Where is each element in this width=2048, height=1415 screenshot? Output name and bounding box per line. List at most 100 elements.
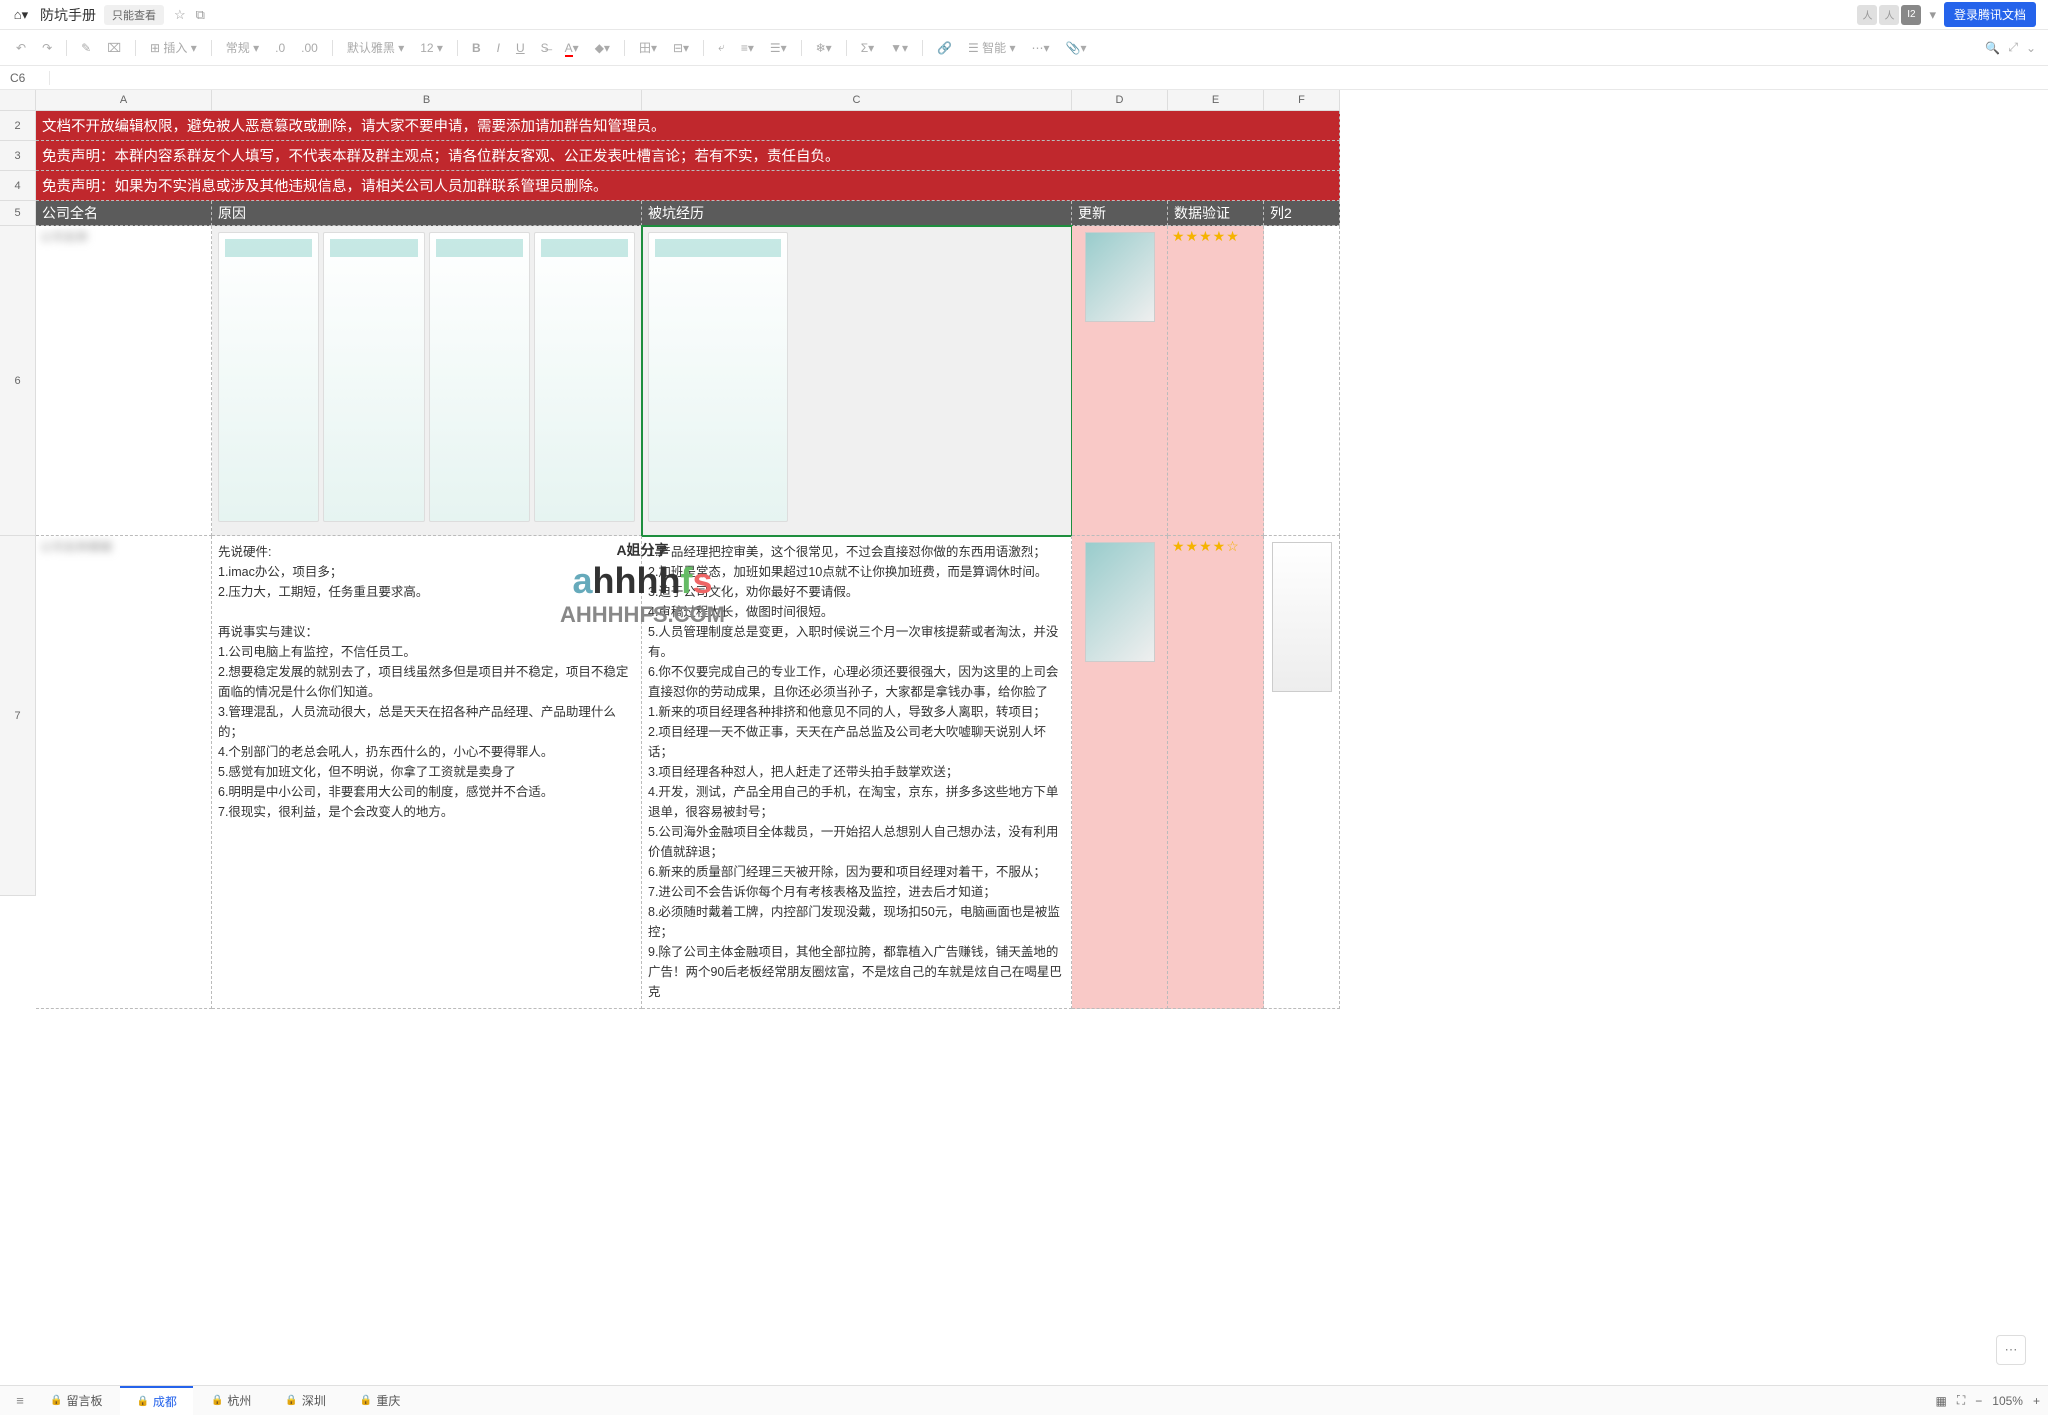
view-icon[interactable]: ▦ [1936, 1394, 1947, 1408]
col-header[interactable]: F [1264, 90, 1340, 111]
cell-reason-images[interactable] [212, 226, 642, 536]
chat-screenshot-icon [218, 232, 319, 522]
tab-chongqing[interactable]: 🔒重庆 [344, 1386, 416, 1415]
align-dropdown[interactable]: ≡▾ [737, 39, 758, 57]
cell-update-thumb[interactable] [1072, 226, 1168, 536]
col-header[interactable]: D [1072, 90, 1168, 111]
cell-rating[interactable]: ★★★★★ [1168, 226, 1264, 536]
photo-thumb-icon [1085, 232, 1155, 322]
wrap-icon[interactable]: ⤶ [714, 38, 729, 57]
tab-hangzhou[interactable]: 🔒杭州 [195, 1386, 267, 1415]
clear-format-icon[interactable]: ⌧ [103, 39, 125, 57]
col-header[interactable]: E [1168, 90, 1264, 111]
sheet-tabs: ≡ 🔒留言板 🔒成都 🔒杭州 🔒深圳 🔒重庆 ▦ ⛶ − 105% + [0, 1385, 2048, 1415]
avatar[interactable]: 人 [1857, 5, 1877, 25]
zoom-out-icon[interactable]: − [1975, 1394, 1982, 1408]
underline-icon[interactable]: U [512, 39, 529, 57]
star-icon[interactable]: ☆ [174, 7, 186, 23]
bold-icon[interactable]: B [468, 39, 485, 57]
row-header[interactable]: 7 [0, 536, 36, 896]
formula-bar: C6 [0, 66, 2048, 90]
row-header[interactable]: 2 [0, 111, 36, 141]
more-icon[interactable]: ⋯▾ [1027, 39, 1053, 57]
cell-experience-text[interactable]: 1.产品经理把控审美，这个很常见，不过会直接怼你做的东西用语激烈； 2.加班是常… [642, 536, 1072, 1009]
valign-dropdown[interactable]: ☰▾ [766, 39, 791, 57]
table-column-header[interactable]: 数据验证 [1168, 201, 1264, 226]
increase-decimal-icon[interactable]: .00 [297, 39, 322, 57]
table-column-header[interactable]: 列2 [1264, 201, 1340, 226]
col-header[interactable]: C [642, 90, 1072, 111]
table-column-header[interactable]: 公司全名 [36, 201, 212, 226]
tab-shenzhen[interactable]: 🔒深圳 [269, 1386, 341, 1415]
zoom-in-icon[interactable]: + [2033, 1394, 2040, 1408]
chat-screenshot-icon [429, 232, 530, 522]
cell-company-name[interactable]: 公司名称模糊 [36, 536, 212, 1009]
row-header[interactable]: 6 [0, 226, 36, 536]
more-fab[interactable]: ⋯ [1996, 1335, 2026, 1365]
insert-dropdown[interactable]: ⊞ 插入 ▾ [146, 37, 201, 58]
filter-icon[interactable]: ▼▾ [886, 39, 912, 57]
cell-company-name[interactable]: 公司名称 [36, 226, 212, 536]
smart-dropdown[interactable]: ☰ 智能 ▾ [964, 37, 1019, 58]
cell-update-thumb[interactable] [1072, 536, 1168, 1009]
warning-cell[interactable]: 免责声明：本群内容系群友个人填写，不代表本群及群主观点；请各位群友客观、公正发表… [36, 141, 1340, 171]
number-format-dropdown[interactable]: 常规 ▾ [222, 37, 263, 58]
col-header[interactable]: A [36, 90, 212, 111]
doc-title: 防坑手册 [40, 5, 96, 25]
chat-screenshot-icon [534, 232, 635, 522]
cell-reference[interactable]: C6 [0, 71, 50, 85]
formula-icon[interactable]: Σ▾ [857, 39, 878, 57]
border-icon[interactable]: 田▾ [635, 37, 661, 58]
font-dropdown[interactable]: 默认雅黑 ▾ [343, 37, 408, 58]
cell-rating[interactable]: ★★★★☆ [1168, 536, 1264, 1009]
zoom-level[interactable]: 105% [1992, 1394, 2023, 1408]
warning-cell[interactable]: 免责声明：如果为不实消息或涉及其他违规信息，请相关公司人员加群联系管理员删除。 [36, 171, 1340, 201]
row-header[interactable]: 5 [0, 201, 36, 226]
search-icon[interactable]: 🔍 [1985, 41, 2000, 55]
warning-cell[interactable]: 文档不开放编辑权限，避免被人恶意篡改或删除，请大家不要申请，需要添加请加群告知管… [36, 111, 1340, 141]
home-icon[interactable]: ⌂▾ [12, 6, 30, 24]
undo-icon[interactable]: ↶ [12, 39, 30, 57]
italic-icon[interactable]: I [493, 39, 504, 57]
merge-icon[interactable]: ⊟▾ [669, 39, 693, 57]
table-column-header[interactable]: 被坑经历 [642, 201, 1072, 226]
cell-empty[interactable] [1264, 226, 1340, 536]
lock-icon: 🔒 [211, 1386, 223, 1415]
copy-icon[interactable]: ⧉ [196, 7, 205, 23]
font-color-icon[interactable]: A▾ [561, 39, 583, 57]
tab-list-icon[interactable]: ≡ [8, 1393, 32, 1408]
lock-icon: 🔒 [285, 1386, 297, 1415]
cell-reason-text[interactable]: 先说硬件: 1.imac办公，项目多； 2.压力大，工期短，任务重且要求高。 再… [212, 536, 642, 1009]
freeze-icon[interactable]: ❄▾ [812, 39, 836, 57]
decrease-decimal-icon[interactable]: .0 [271, 39, 289, 57]
row-header[interactable]: 4 [0, 171, 36, 201]
attach-icon[interactable]: 📎▾ [1062, 39, 1091, 57]
redo-icon[interactable]: ↷ [38, 39, 56, 57]
tab-chengdu[interactable]: 🔒成都 [120, 1386, 192, 1415]
chat-screenshot-icon [323, 232, 424, 522]
header-bar: ⌂▾ 防坑手册 只能查看 ☆ ⧉ 人 人 I2 ▾ 登录腾讯文档 [0, 0, 2048, 30]
login-button[interactable]: 登录腾讯文档 [1944, 2, 2036, 27]
format-painter-icon[interactable]: ✎ [77, 39, 95, 57]
col-header[interactable]: B [212, 90, 642, 111]
select-all-corner[interactable] [0, 90, 36, 111]
chat-screenshot-icon [648, 232, 788, 522]
cell-experience-images[interactable] [642, 226, 1072, 536]
sheet-container[interactable]: A B C D E F 2 文档不开放编辑权限，避免被人恶意篡改或删除，请大家不… [0, 90, 2048, 1385]
row-header[interactable]: 3 [0, 141, 36, 171]
fill-color-icon[interactable]: ◆▾ [591, 39, 614, 57]
expand-icon[interactable]: ⤢ [2008, 40, 2018, 55]
cell-side-thumb[interactable] [1264, 536, 1340, 1009]
table-column-header[interactable]: 原因 [212, 201, 642, 226]
link-icon[interactable]: 🔗 [933, 39, 956, 57]
chevron-down-icon[interactable]: ▾ [1929, 7, 1936, 23]
table-column-header[interactable]: 更新 [1072, 201, 1168, 226]
avatar[interactable]: 人 [1879, 5, 1899, 25]
fullscreen-icon[interactable]: ⛶ [1957, 1393, 1965, 1408]
avatar-count[interactable]: I2 [1901, 5, 1921, 25]
lock-icon: 🔒 [50, 1386, 62, 1415]
strike-icon[interactable]: S̶ [537, 39, 553, 57]
tab-comments[interactable]: 🔒留言板 [34, 1386, 118, 1415]
font-size-dropdown[interactable]: 12 ▾ [416, 39, 447, 57]
chevron-down-icon[interactable]: ⌄ [2026, 41, 2036, 55]
